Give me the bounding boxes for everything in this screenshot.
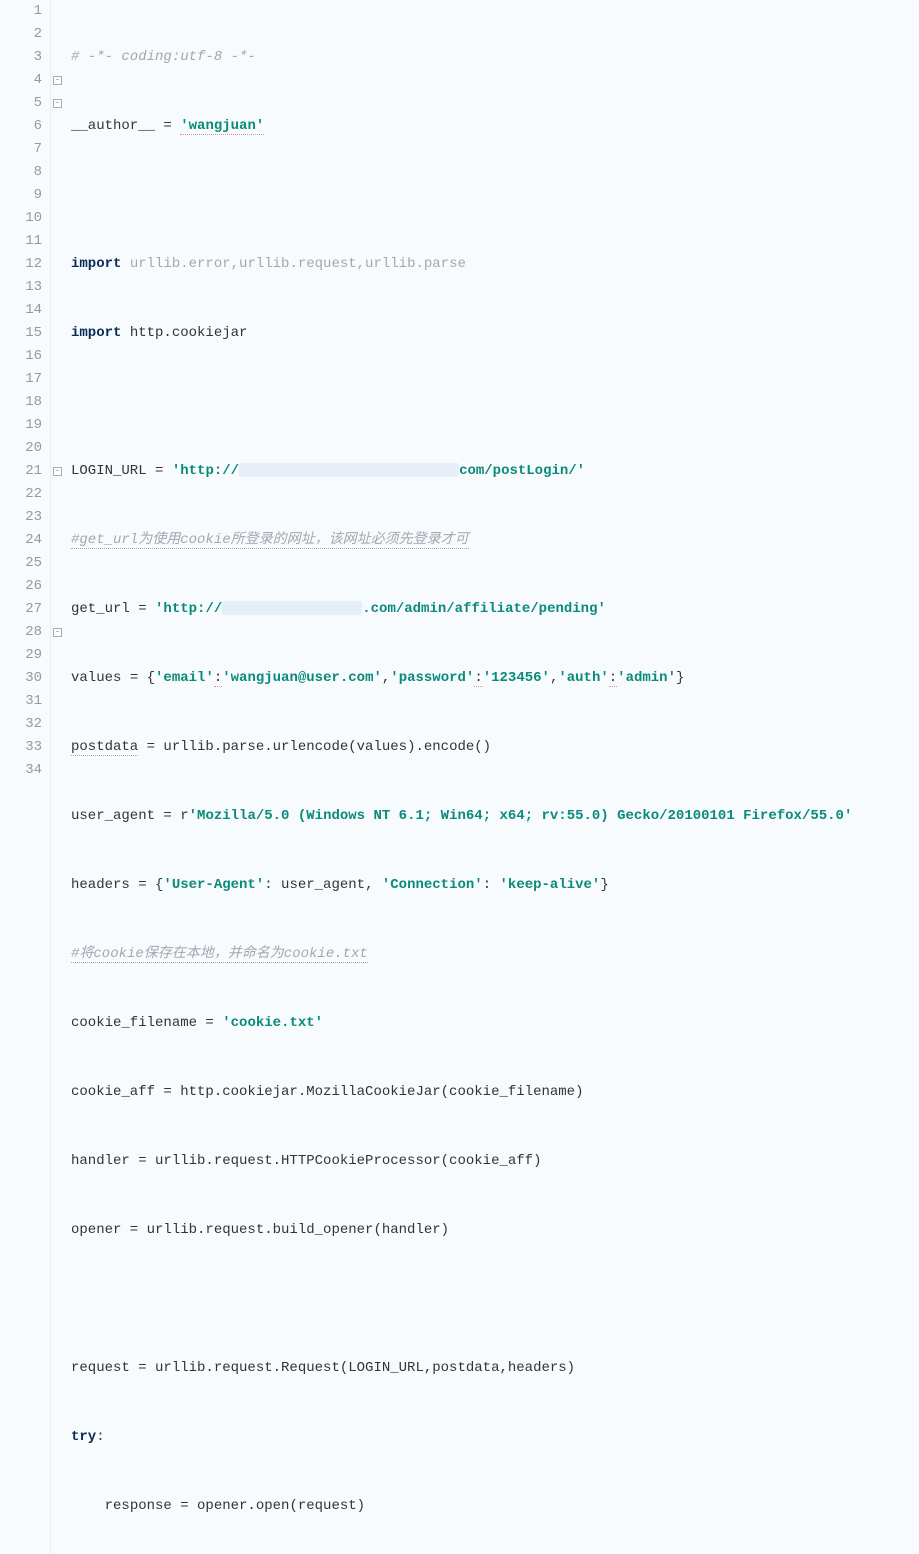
line-number: 16 <box>0 345 42 368</box>
code-line: import urllib.error,urllib.request,urlli… <box>71 253 852 276</box>
line-number: 1 <box>0 0 42 23</box>
fold-toggle-icon[interactable]: - <box>53 76 62 85</box>
line-number: 28 <box>0 621 42 644</box>
code-line: __author__ = 'wangjuan' <box>71 115 852 138</box>
line-number: 7 <box>0 138 42 161</box>
line-number: 30 <box>0 667 42 690</box>
line-number: 10 <box>0 207 42 230</box>
line-number: 6 <box>0 115 42 138</box>
line-number: 29 <box>0 644 42 667</box>
code-line: request = urllib.request.Request(LOGIN_U… <box>71 1357 852 1380</box>
code-line: headers = {'User-Agent': user_agent, 'Co… <box>71 874 852 897</box>
line-number: 31 <box>0 690 42 713</box>
fold-toggle-icon[interactable]: - <box>53 99 62 108</box>
code-line: opener = urllib.request.build_opener(han… <box>71 1219 852 1242</box>
code-line <box>71 391 852 414</box>
line-number-gutter: 1234567891011121314151617181920212223242… <box>0 0 51 1554</box>
code-line: import http.cookiejar <box>71 322 852 345</box>
line-number: 9 <box>0 184 42 207</box>
code-area[interactable]: # -*- coding:utf-8 -*- __author__ = 'wan… <box>65 0 852 1554</box>
redacted-host <box>239 463 459 477</box>
line-number: 12 <box>0 253 42 276</box>
code-line: response = opener.open(request) <box>71 1495 852 1518</box>
line-number: 34 <box>0 759 42 782</box>
line-number: 22 <box>0 483 42 506</box>
line-number: 32 <box>0 713 42 736</box>
code-line <box>71 184 852 207</box>
code-editor: 1234567891011121314151617181920212223242… <box>0 0 919 1554</box>
code-line: try: <box>71 1426 852 1449</box>
line-number: 27 <box>0 598 42 621</box>
code-line: values = {'email':'wangjuan@user.com','p… <box>71 667 852 690</box>
fold-toggle-icon[interactable]: - <box>53 628 62 637</box>
line-number: 8 <box>0 161 42 184</box>
code-line: # -*- coding:utf-8 -*- <box>71 46 852 69</box>
line-number: 2 <box>0 23 42 46</box>
line-number: 18 <box>0 391 42 414</box>
line-number: 5 <box>0 92 42 115</box>
line-number: 15 <box>0 322 42 345</box>
line-number: 26 <box>0 575 42 598</box>
line-number: 19 <box>0 414 42 437</box>
line-number: 17 <box>0 368 42 391</box>
code-line: #将cookie保存在本地，并命名为cookie.txt <box>71 943 852 966</box>
code-line: postdata = urllib.parse.urlencode(values… <box>71 736 852 759</box>
code-line: #get_url为使用cookie所登录的网址，该网址必须先登录才可 <box>71 529 852 552</box>
line-number: 11 <box>0 230 42 253</box>
line-number: 24 <box>0 529 42 552</box>
line-number: 3 <box>0 46 42 69</box>
code-line <box>71 1288 852 1311</box>
line-number: 21 <box>0 460 42 483</box>
fold-toggle-icon[interactable]: - <box>53 467 62 476</box>
fold-column: - - - - <box>51 0 65 1554</box>
redacted-host <box>222 601 362 615</box>
line-number: 13 <box>0 276 42 299</box>
line-number: 33 <box>0 736 42 759</box>
line-number: 20 <box>0 437 42 460</box>
code-line: user_agent = r'Mozilla/5.0 (Windows NT 6… <box>71 805 852 828</box>
line-number: 23 <box>0 506 42 529</box>
code-line: get_url = 'http://.com/admin/affiliate/p… <box>71 598 852 621</box>
code-line: cookie_filename = 'cookie.txt' <box>71 1012 852 1035</box>
code-line: handler = urllib.request.HTTPCookieProce… <box>71 1150 852 1173</box>
line-number: 14 <box>0 299 42 322</box>
code-line: LOGIN_URL = 'http://com/postLogin/' <box>71 460 852 483</box>
line-number: 25 <box>0 552 42 575</box>
code-line: cookie_aff = http.cookiejar.MozillaCooki… <box>71 1081 852 1104</box>
comment: # -*- coding:utf-8 -*- <box>71 49 256 65</box>
line-number: 4 <box>0 69 42 92</box>
